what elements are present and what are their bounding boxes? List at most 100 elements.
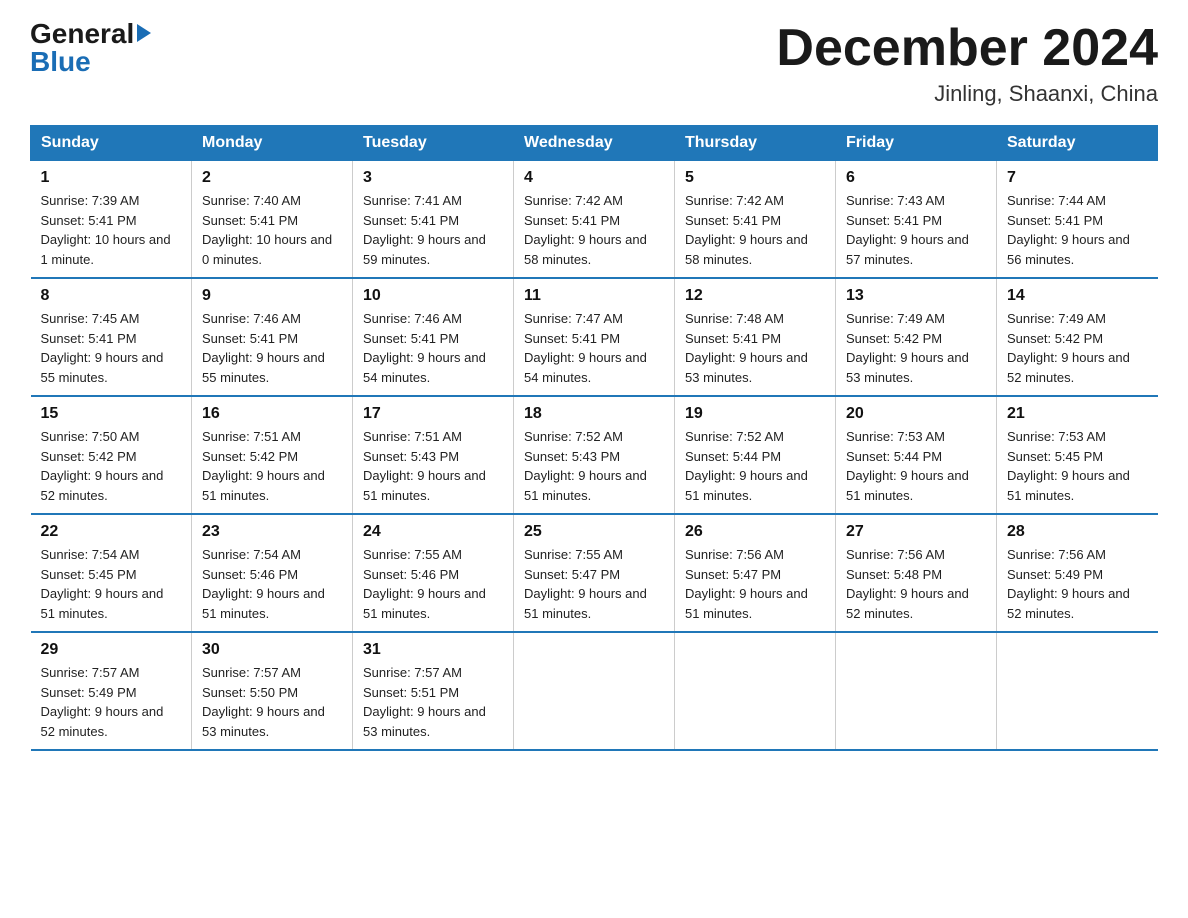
calendar-cell: 8 Sunrise: 7:45 AMSunset: 5:41 PMDaylight… — [31, 278, 192, 396]
day-number: 8 — [41, 287, 182, 305]
calendar-cell: 24 Sunrise: 7:55 AMSunset: 5:46 PMDayligh… — [353, 514, 514, 632]
day-number: 4 — [524, 169, 664, 187]
calendar-cell: 30Sunrise: 7:57 AMSunset: 5:50 PMDayligh… — [192, 632, 353, 750]
day-number: 30 — [202, 641, 342, 659]
day-info: Sunrise: 7:51 AMSunset: 5:43 PMDaylight:… — [363, 427, 503, 505]
calendar-cell: 27 Sunrise: 7:56 AMSunset: 5:48 PMDayligh… — [836, 514, 997, 632]
day-number: 21 — [1007, 405, 1148, 423]
day-number: 3 — [363, 169, 503, 187]
calendar-cell: 22 Sunrise: 7:54 AMSunset: 5:45 PMDayligh… — [31, 514, 192, 632]
month-title: December 2024 — [776, 20, 1158, 77]
calendar-cell: 4 Sunrise: 7:42 AMSunset: 5:41 PMDaylight… — [514, 161, 675, 279]
calendar-cell: 1Sunrise: 7:39 AMSunset: 5:41 PMDaylight… — [31, 161, 192, 279]
calendar-cell: 25 Sunrise: 7:55 AMSunset: 5:47 PMDayligh… — [514, 514, 675, 632]
calendar-cell: 10 Sunrise: 7:46 AMSunset: 5:41 PMDayligh… — [353, 278, 514, 396]
logo: General Blue — [30, 20, 151, 76]
calendar-cell: 5 Sunrise: 7:42 AMSunset: 5:41 PMDaylight… — [675, 161, 836, 279]
day-number: 18 — [524, 405, 664, 423]
page-header: General Blue December 2024 Jinling, Shaa… — [30, 20, 1158, 107]
day-number: 26 — [685, 523, 825, 541]
day-info: Sunrise: 7:53 AMSunset: 5:45 PMDaylight:… — [1007, 427, 1148, 505]
calendar-cell: 14Sunrise: 7:49 AMSunset: 5:42 PMDayligh… — [997, 278, 1158, 396]
day-info: Sunrise: 7:54 AMSunset: 5:45 PMDaylight:… — [41, 545, 182, 623]
day-number: 22 — [41, 523, 182, 541]
day-info: Sunrise: 7:39 AMSunset: 5:41 PMDaylight:… — [41, 191, 182, 269]
calendar-week-row: 29 Sunrise: 7:57 AMSunset: 5:49 PMDayligh… — [31, 632, 1158, 750]
logo-general: General — [30, 20, 134, 48]
day-number: 9 — [202, 287, 342, 305]
weekday-header-monday: Monday — [192, 126, 353, 161]
day-number: 11 — [524, 287, 664, 305]
day-number: 25 — [524, 523, 664, 541]
calendar-week-row: 15 Sunrise: 7:50 AMSunset: 5:42 PMDayligh… — [31, 396, 1158, 514]
calendar-cell: 3 Sunrise: 7:41 AMSunset: 5:41 PMDaylight… — [353, 161, 514, 279]
day-info: Sunrise: 7:44 AMSunset: 5:41 PMDaylight:… — [1007, 191, 1148, 269]
calendar-cell: 16 Sunrise: 7:51 AMSunset: 5:42 PMDayligh… — [192, 396, 353, 514]
calendar-cell: 18Sunrise: 7:52 AMSunset: 5:43 PMDayligh… — [514, 396, 675, 514]
day-number: 7 — [1007, 169, 1148, 187]
day-info: Sunrise: 7:54 AMSunset: 5:46 PMDaylight:… — [202, 545, 342, 623]
calendar-cell — [514, 632, 675, 750]
day-info: Sunrise: 7:52 AMSunset: 5:44 PMDaylight:… — [685, 427, 825, 505]
weekday-header-thursday: Thursday — [675, 126, 836, 161]
calendar-cell: 15 Sunrise: 7:50 AMSunset: 5:42 PMDayligh… — [31, 396, 192, 514]
calendar-cell: 23 Sunrise: 7:54 AMSunset: 5:46 PMDayligh… — [192, 514, 353, 632]
logo-blue: Blue — [30, 48, 151, 76]
day-number: 19 — [685, 405, 825, 423]
day-number: 20 — [846, 405, 986, 423]
calendar-cell: 20Sunrise: 7:53 AMSunset: 5:44 PMDayligh… — [836, 396, 997, 514]
calendar-cell: 13Sunrise: 7:49 AMSunset: 5:42 PMDayligh… — [836, 278, 997, 396]
day-number: 24 — [363, 523, 503, 541]
day-number: 16 — [202, 405, 342, 423]
calendar-cell: 26Sunrise: 7:56 AMSunset: 5:47 PMDayligh… — [675, 514, 836, 632]
calendar-cell: 6 Sunrise: 7:43 AMSunset: 5:41 PMDaylight… — [836, 161, 997, 279]
weekday-header-sunday: Sunday — [31, 126, 192, 161]
day-number: 5 — [685, 169, 825, 187]
day-info: Sunrise: 7:50 AMSunset: 5:42 PMDaylight:… — [41, 427, 182, 505]
calendar-cell: 17 Sunrise: 7:51 AMSunset: 5:43 PMDayligh… — [353, 396, 514, 514]
day-info: Sunrise: 7:46 AMSunset: 5:41 PMDaylight:… — [363, 309, 503, 387]
day-info: Sunrise: 7:55 AMSunset: 5:47 PMDaylight:… — [524, 545, 664, 623]
weekday-header-tuesday: Tuesday — [353, 126, 514, 161]
location-title: Jinling, Shaanxi, China — [776, 81, 1158, 107]
day-number: 12 — [685, 287, 825, 305]
day-info: Sunrise: 7:57 AMSunset: 5:49 PMDaylight:… — [41, 663, 182, 741]
weekday-header-row: SundayMondayTuesdayWednesdayThursdayFrid… — [31, 126, 1158, 161]
day-info: Sunrise: 7:55 AMSunset: 5:46 PMDaylight:… — [363, 545, 503, 623]
day-number: 23 — [202, 523, 342, 541]
day-number: 10 — [363, 287, 503, 305]
calendar-week-row: 8 Sunrise: 7:45 AMSunset: 5:41 PMDaylight… — [31, 278, 1158, 396]
day-number: 15 — [41, 405, 182, 423]
day-number: 2 — [202, 169, 342, 187]
calendar-cell: 31Sunrise: 7:57 AMSunset: 5:51 PMDayligh… — [353, 632, 514, 750]
calendar-cell: 29 Sunrise: 7:57 AMSunset: 5:49 PMDayligh… — [31, 632, 192, 750]
calendar-cell — [997, 632, 1158, 750]
day-info: Sunrise: 7:46 AMSunset: 5:41 PMDaylight:… — [202, 309, 342, 387]
day-number: 13 — [846, 287, 986, 305]
day-number: 17 — [363, 405, 503, 423]
day-info: Sunrise: 7:56 AMSunset: 5:49 PMDaylight:… — [1007, 545, 1148, 623]
logo-arrow-icon — [137, 24, 151, 42]
day-info: Sunrise: 7:43 AMSunset: 5:41 PMDaylight:… — [846, 191, 986, 269]
day-number: 27 — [846, 523, 986, 541]
calendar-cell: 2 Sunrise: 7:40 AMSunset: 5:41 PMDaylight… — [192, 161, 353, 279]
day-info: Sunrise: 7:42 AMSunset: 5:41 PMDaylight:… — [524, 191, 664, 269]
calendar-week-row: 22 Sunrise: 7:54 AMSunset: 5:45 PMDayligh… — [31, 514, 1158, 632]
weekday-header-saturday: Saturday — [997, 126, 1158, 161]
title-block: December 2024 Jinling, Shaanxi, China — [776, 20, 1158, 107]
day-info: Sunrise: 7:51 AMSunset: 5:42 PMDaylight:… — [202, 427, 342, 505]
day-number: 29 — [41, 641, 182, 659]
day-number: 6 — [846, 169, 986, 187]
day-info: Sunrise: 7:56 AMSunset: 5:48 PMDaylight:… — [846, 545, 986, 623]
day-info: Sunrise: 7:41 AMSunset: 5:41 PMDaylight:… — [363, 191, 503, 269]
calendar-cell: 11 Sunrise: 7:47 AMSunset: 5:41 PMDayligh… — [514, 278, 675, 396]
calendar-cell: 19 Sunrise: 7:52 AMSunset: 5:44 PMDayligh… — [675, 396, 836, 514]
day-info: Sunrise: 7:45 AMSunset: 5:41 PMDaylight:… — [41, 309, 182, 387]
day-info: Sunrise: 7:57 AMSunset: 5:51 PMDaylight:… — [363, 663, 503, 741]
day-info: Sunrise: 7:42 AMSunset: 5:41 PMDaylight:… — [685, 191, 825, 269]
day-info: Sunrise: 7:47 AMSunset: 5:41 PMDaylight:… — [524, 309, 664, 387]
weekday-header-wednesday: Wednesday — [514, 126, 675, 161]
day-info: Sunrise: 7:40 AMSunset: 5:41 PMDaylight:… — [202, 191, 342, 269]
day-number: 14 — [1007, 287, 1148, 305]
calendar-cell: 21 Sunrise: 7:53 AMSunset: 5:45 PMDayligh… — [997, 396, 1158, 514]
